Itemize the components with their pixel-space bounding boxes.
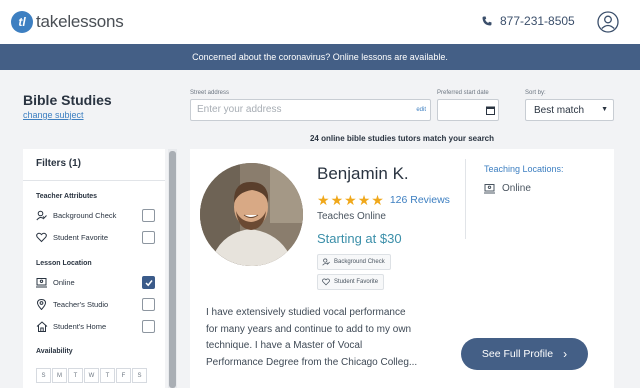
teacher-attributes-heading: Teacher Attributes [36,193,98,200]
person-check-icon [322,258,330,266]
scrollbar-thumb[interactable] [169,151,176,388]
badge-background-check: Background Check [317,254,391,270]
badge-student-favorite: Student Favorite [317,274,385,290]
star-icon: ★ [357,192,371,208]
divider [23,180,165,181]
user-icon[interactable] [597,11,619,33]
takelessons-logo[interactable]: tl takelessons [11,11,124,33]
filter-background-check[interactable]: Background Check [36,209,156,223]
start-date-label: Preferred start date [437,90,489,96]
pin-icon [36,299,47,310]
filters-panel: Filters (1) Teacher Attributes Backgroun… [23,149,165,388]
button-label: See Full Profile [481,348,554,360]
change-subject-link[interactable]: change subject [23,110,84,120]
teaches-mode: Teaches Online [317,211,386,222]
phone-link[interactable]: 877-231-8505 [482,14,575,28]
day-button[interactable]: S [132,368,147,383]
filter-label: Student Favorite [53,233,109,242]
day-button[interactable]: S [36,368,51,383]
star-icon: ★ [371,192,384,208]
filter-students-home[interactable]: Student's Home [36,320,156,334]
address-edit-link[interactable]: edit [416,107,426,113]
heart-icon [322,278,330,286]
sort-by-value: Best match [534,105,585,116]
caret-down-icon: ▼ [601,106,608,113]
logo-text: takelessons [36,12,124,31]
sort-by-label: Sort by: [525,90,546,96]
badge-label: Student Favorite [334,279,379,285]
day-button[interactable]: W [84,368,99,383]
day-button[interactable]: F [116,368,131,383]
bio-line: Performance Degree from the Chicago Coll… [206,356,418,368]
filter-online[interactable]: Online [36,276,156,290]
teaching-locations-heading: Teaching Locations: [484,164,564,174]
heart-icon [36,232,47,243]
availability-heading: Availability [36,348,73,355]
day-button[interactable]: M [52,368,67,383]
street-address-label: Street address [190,90,230,96]
price: Starting at $30 [317,231,402,246]
phone-number: 877-231-8505 [500,14,575,28]
filter-label: Teacher's Studio [53,300,109,309]
star-icon: ★ [317,192,330,208]
laptop-icon [484,184,495,194]
logo-mark: tl [11,11,33,33]
tutor-avatar[interactable] [200,163,303,266]
filter-student-favorite[interactable]: Student Favorite [36,231,156,245]
checkbox[interactable] [142,298,155,311]
see-full-profile-button[interactable]: See Full Profile › [461,338,588,370]
tutor-name[interactable]: Benjamin K. [317,164,409,184]
reviews-link[interactable]: 126 Reviews [390,194,450,206]
start-date-field[interactable] [437,99,499,121]
street-address-placeholder: Enter your address [197,104,282,115]
bio-line: for many years and continue to add to my… [206,323,412,335]
tutor-bio: I have extensively studied vocal perform… [206,305,438,371]
tutor-photo [200,163,303,266]
badge-label: Background Check [334,259,385,265]
person-check-icon [36,210,47,221]
bio-line: technique. I have a Master of Vocal [206,340,363,351]
street-address-field[interactable]: Enter your address edit [190,99,431,121]
checkbox[interactable] [142,320,155,333]
bio-line: I have extensively studied vocal perform… [206,307,406,318]
day-selector: S M T W T F S [36,368,148,383]
teaching-location-item: Online [484,183,531,194]
day-button[interactable]: T [100,368,115,383]
checkbox-checked[interactable] [142,276,155,289]
calendar-icon [486,106,495,115]
star-icon: ★ [344,192,357,208]
divider [465,159,466,239]
filter-label: Background Check [53,211,117,220]
tutor-card: Benjamin K. ★ ★ ★ ★ ★ 126 Reviews Teache… [190,149,614,388]
filter-label: Student's Home [53,322,107,331]
page-title: Bible Studies [23,92,112,108]
checkbox[interactable] [142,209,155,222]
chevron-right-icon: › [563,347,568,361]
checkmark-icon [145,280,153,287]
checkbox[interactable] [142,231,155,244]
laptop-icon [36,278,47,288]
filter-label: Online [53,278,75,287]
rating: ★ ★ ★ ★ ★ 126 Reviews [317,193,450,207]
lesson-location-heading: Lesson Location [36,260,92,267]
day-button[interactable]: T [68,368,83,383]
phone-icon [482,16,492,26]
location-label: Online [502,183,531,194]
filter-teachers-studio[interactable]: Teacher's Studio [36,298,156,312]
sort-by-select[interactable]: Best match ▼ [525,99,614,121]
filters-title: Filters (1) [36,158,82,169]
results-count: 24 online bible studies tutors match you… [309,134,495,143]
home-icon [36,321,48,332]
star-icon: ★ [330,192,344,208]
coronavirus-banner: Concerned about the coronavirus? Online … [0,44,640,70]
top-header: tl takelessons 877-231-8505 [0,0,640,44]
